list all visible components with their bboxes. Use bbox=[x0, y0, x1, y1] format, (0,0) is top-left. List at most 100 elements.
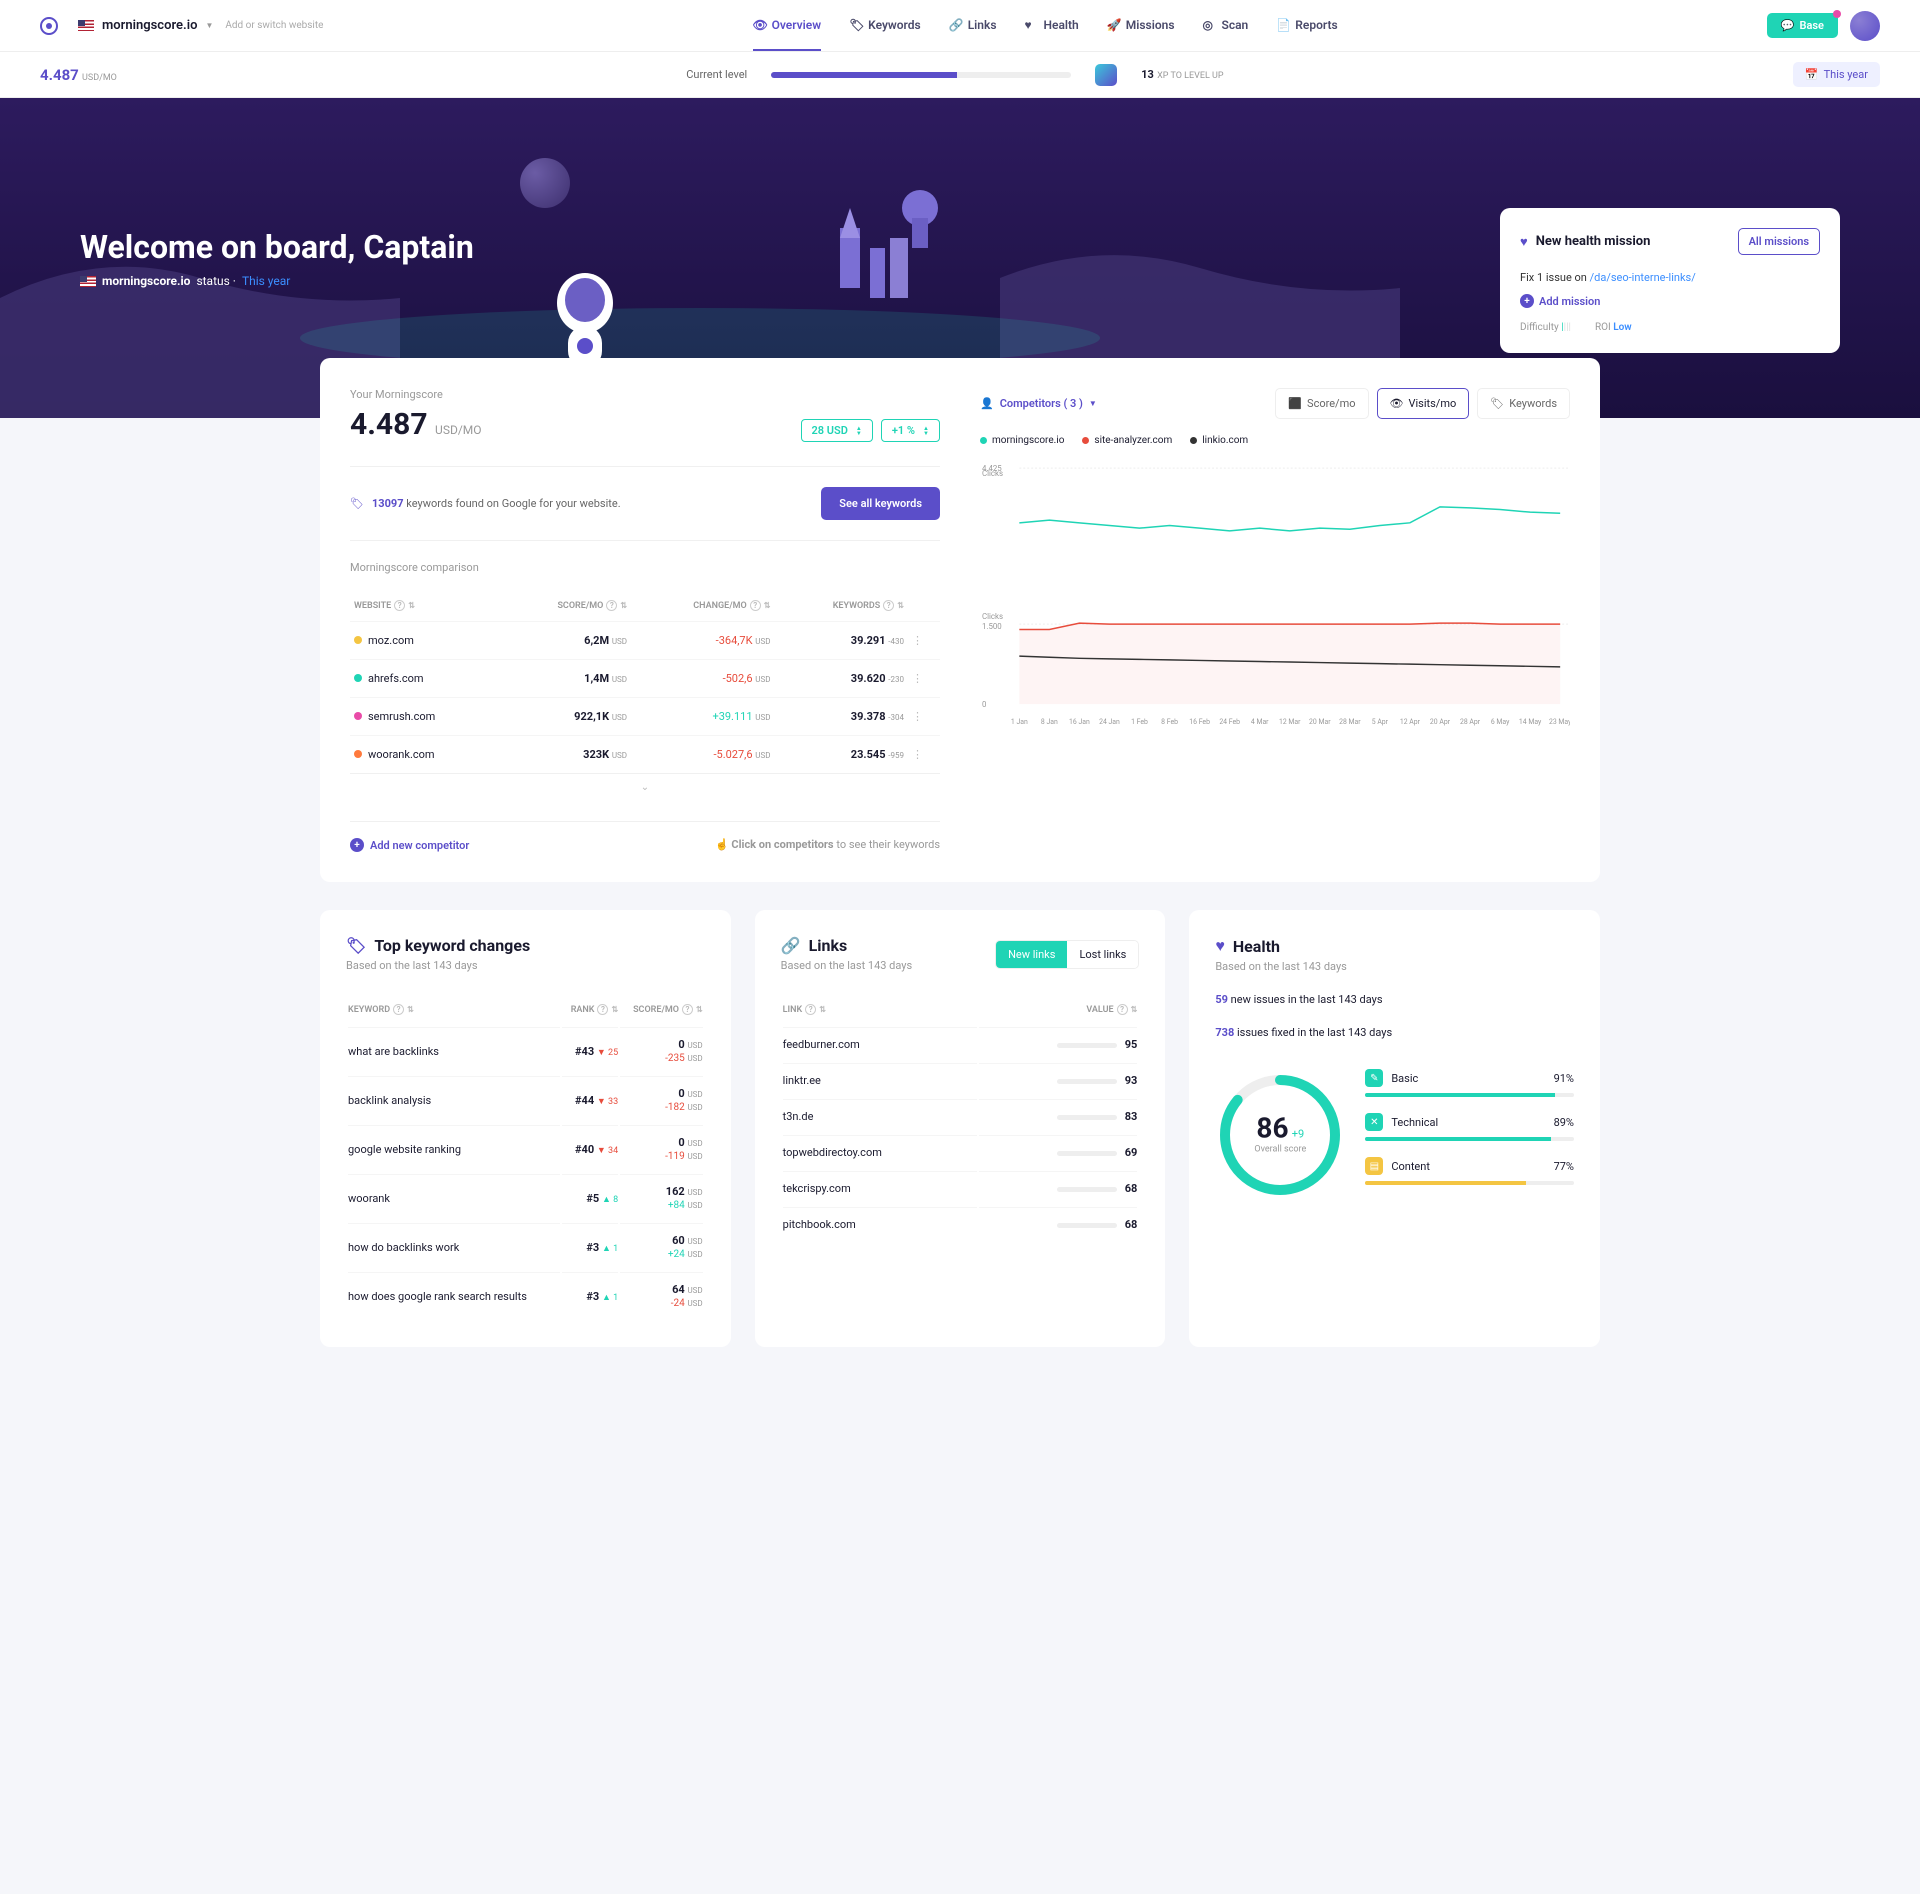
add-competitor-button[interactable]: + Add new competitor bbox=[350, 838, 469, 852]
hero-subtitle: morningscore.io status · This year bbox=[80, 274, 474, 288]
more-icon[interactable]: ⋮ bbox=[908, 660, 940, 698]
xp-icon bbox=[1095, 64, 1117, 86]
table-row[interactable]: feedburner.com95 bbox=[783, 1027, 1138, 1061]
legend-item[interactable]: morningscore.io bbox=[980, 435, 1064, 446]
subbar-score: 4.487 bbox=[40, 66, 79, 84]
nav-health[interactable]: ♥Health bbox=[1025, 1, 1079, 51]
plus-icon: + bbox=[1520, 294, 1534, 308]
lost-links-tab[interactable]: Lost links bbox=[1067, 941, 1138, 968]
comparison-title: Morningscore comparison bbox=[350, 561, 940, 574]
col-keywords[interactable]: KEYWORDS?⇅ bbox=[774, 590, 908, 622]
logo[interactable] bbox=[40, 17, 58, 35]
svg-text:24 Jan: 24 Jan bbox=[1099, 718, 1120, 726]
domain-selector[interactable]: morningscore.io ▼ bbox=[78, 18, 213, 33]
panel-title-text: Health bbox=[1233, 937, 1280, 956]
tab-icon: 🏷 bbox=[1490, 397, 1504, 410]
svg-text:20 Apr: 20 Apr bbox=[1430, 718, 1451, 726]
col-rank[interactable]: RANK?⇅ bbox=[562, 994, 618, 1025]
health-category[interactable]: ✎Basic91% bbox=[1365, 1069, 1574, 1097]
user-icon: 👤 bbox=[980, 397, 994, 410]
chart-tab-keywords[interactable]: 🏷Keywords bbox=[1477, 388, 1570, 419]
more-icon[interactable]: ⋮ bbox=[908, 736, 940, 774]
more-icon[interactable]: ⋮ bbox=[908, 698, 940, 736]
col-change[interactable]: CHANGE/MO?⇅ bbox=[631, 590, 774, 622]
table-row[interactable]: pitchbook.com68 bbox=[783, 1207, 1138, 1241]
competitors-dropdown[interactable]: 👤 Competitors ( 3 ) ▼ bbox=[980, 397, 1097, 410]
table-row[interactable]: how do backlinks work#3 ▲ 160 USD+24 USD bbox=[348, 1223, 703, 1270]
mission-title: New health mission bbox=[1536, 234, 1651, 249]
table-row[interactable]: google website ranking#40 ▼ 340 USD-119 … bbox=[348, 1125, 703, 1172]
score-change-pct[interactable]: +1 %▲▼ bbox=[881, 419, 940, 442]
nav-scan[interactable]: ◎Scan bbox=[1203, 1, 1249, 51]
health-category[interactable]: ✕Technical89% bbox=[1365, 1113, 1574, 1141]
mission-link[interactable]: /da/seo-interne-links/ bbox=[1590, 271, 1696, 284]
table-row[interactable]: linktr.ee93 bbox=[783, 1063, 1138, 1097]
comparison-table: WEBSITE?⇅ SCORE/MO?⇅ CHANGE/MO?⇅ KEYWORD… bbox=[350, 590, 940, 773]
level-label: Current level bbox=[686, 68, 747, 81]
add-switch-website[interactable]: Add or switch website bbox=[225, 20, 323, 31]
svg-text:24 Feb: 24 Feb bbox=[1219, 718, 1240, 726]
see-all-keywords-button[interactable]: See all keywords bbox=[821, 487, 940, 520]
all-missions-button[interactable]: All missions bbox=[1738, 228, 1820, 255]
svg-text:20 Mar: 20 Mar bbox=[1309, 718, 1331, 726]
table-row[interactable]: moz.com6,2M USD-364,7K USD39.291 -430⋮ bbox=[350, 622, 940, 660]
table-row[interactable]: topwebdirectoy.com69 bbox=[783, 1135, 1138, 1169]
chart-tab-visits-mo[interactable]: 👁Visits/mo bbox=[1377, 388, 1470, 419]
health-category[interactable]: ▤Content77% bbox=[1365, 1157, 1574, 1185]
table-row[interactable]: semrush.com922,1K USD+39.111 USD39.378 -… bbox=[350, 698, 940, 736]
col-link[interactable]: LINK?⇅ bbox=[783, 994, 978, 1025]
ms-score: 4.487 USD/MO bbox=[350, 407, 482, 442]
new-links-tab[interactable]: New links bbox=[996, 941, 1067, 968]
svg-text:16 Feb: 16 Feb bbox=[1189, 718, 1210, 726]
table-row[interactable]: what are backlinks#43 ▼ 250 USD-235 USD bbox=[348, 1027, 703, 1074]
period-selector[interactable]: 📅 This year bbox=[1793, 62, 1880, 87]
nav-links[interactable]: 🔗Links bbox=[949, 1, 997, 51]
morningscore-card: Your Morningscore 4.487 USD/MO 28 USD▲▼ … bbox=[320, 358, 1600, 882]
svg-text:8 Feb: 8 Feb bbox=[1161, 718, 1178, 726]
table-row[interactable]: woorank#5 ▲ 8162 USD+84 USD bbox=[348, 1174, 703, 1221]
nav-missions[interactable]: 🚀Missions bbox=[1107, 1, 1175, 51]
links-panel: 🔗Links Based on the last 143 days New li… bbox=[755, 910, 1166, 1347]
svg-text:1.500: 1.500 bbox=[982, 622, 1002, 631]
category-icon: ▤ bbox=[1365, 1157, 1383, 1175]
col-keyword[interactable]: KEYWORD?⇅ bbox=[348, 994, 560, 1025]
chart-tab-score-mo[interactable]: ⬛Score/mo bbox=[1275, 388, 1368, 419]
legend-item[interactable]: linkio.com bbox=[1190, 435, 1248, 446]
col-value[interactable]: VALUE?⇅ bbox=[979, 994, 1137, 1025]
svg-text:Clicks: Clicks bbox=[982, 612, 1003, 621]
avatar[interactable] bbox=[1850, 11, 1880, 41]
expand-table[interactable]: ⌄ bbox=[350, 773, 940, 801]
legend-item[interactable]: site-analyzer.com bbox=[1082, 435, 1172, 446]
nav-overview[interactable]: 👁Overview bbox=[753, 1, 822, 51]
col-score[interactable]: SCORE/MO?⇅ bbox=[620, 994, 702, 1025]
table-row[interactable]: how does google rank search results#3 ▲ … bbox=[348, 1272, 703, 1319]
score-change-usd[interactable]: 28 USD▲▼ bbox=[801, 419, 873, 442]
svg-text:1 Jan: 1 Jan bbox=[1011, 718, 1028, 726]
base-button[interactable]: 💬 Base bbox=[1767, 13, 1838, 38]
nav-reports[interactable]: 📄Reports bbox=[1276, 1, 1337, 51]
table-row[interactable]: woorank.com323K USD-5.027,6 USD23.545 -9… bbox=[350, 736, 940, 774]
heart-icon: ♥ bbox=[1025, 18, 1038, 31]
plus-icon: + bbox=[350, 838, 364, 852]
col-website[interactable]: WEBSITE?⇅ bbox=[350, 590, 500, 622]
visits-chart: Clicks4.425Clicks1.50001 Jan8 Jan16 Jan2… bbox=[980, 456, 1570, 736]
nav-keywords[interactable]: 🏷Keywords bbox=[849, 1, 921, 51]
more-icon[interactable]: ⋮ bbox=[908, 622, 940, 660]
svg-text:4.425: 4.425 bbox=[982, 464, 1002, 473]
keywords-found-text: 🏷 13097 keywords found on Google for you… bbox=[350, 497, 621, 510]
mission-description: Fix 1 issue on /da/seo-interne-links/ bbox=[1520, 271, 1820, 284]
svg-text:12 Mar: 12 Mar bbox=[1279, 718, 1301, 726]
svg-text:28 Mar: 28 Mar bbox=[1339, 718, 1361, 726]
table-row[interactable]: backlink analysis#44 ▼ 330 USD-182 USD bbox=[348, 1076, 703, 1123]
col-score[interactable]: SCORE/MO?⇅ bbox=[500, 590, 631, 622]
svg-text:0: 0 bbox=[982, 700, 986, 709]
add-mission-button[interactable]: + Add mission bbox=[1520, 294, 1820, 308]
topbar: morningscore.io ▼ Add or switch website … bbox=[0, 0, 1920, 52]
roi-value: Low bbox=[1613, 322, 1631, 333]
table-row[interactable]: ahrefs.com1,4M USD-502,6 USD39.620 -230⋮ bbox=[350, 660, 940, 698]
table-row[interactable]: tekcrispy.com68 bbox=[783, 1171, 1138, 1205]
radar-icon: ◎ bbox=[1203, 18, 1216, 31]
table-row[interactable]: t3n.de83 bbox=[783, 1099, 1138, 1133]
health-score: 86 bbox=[1256, 1111, 1288, 1144]
heart-icon: ♥ bbox=[1215, 936, 1225, 956]
